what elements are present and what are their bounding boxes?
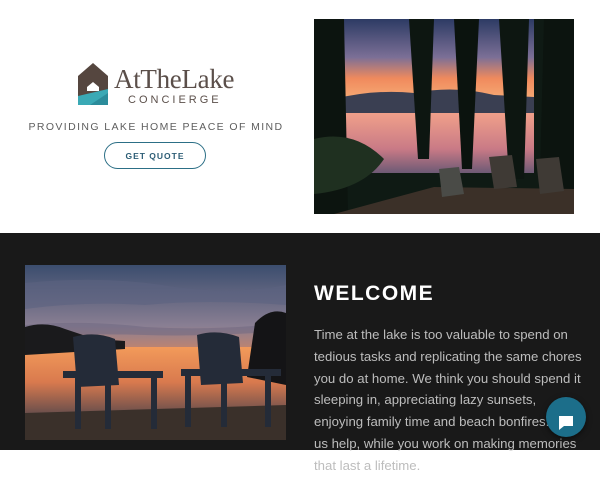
tagline: PROVIDING LAKE HOME PEACE OF MIND	[28, 121, 284, 133]
chat-button[interactable]	[546, 397, 586, 437]
welcome-heading: WELCOME	[314, 282, 435, 305]
hero-section: AtTheLake CONCIERGE PROVIDING LAKE HOME …	[0, 0, 600, 233]
adirondack-chairs-sunset-photo	[25, 265, 286, 440]
lake-sunset-deck-photo	[314, 19, 574, 214]
brand-name: AtTheLake	[114, 64, 235, 94]
brand-logo[interactable]: AtTheLake CONCIERGE	[76, 62, 246, 110]
brand-subtitle: CONCIERGE	[128, 94, 222, 106]
house-logo-icon	[78, 63, 108, 105]
welcome-paragraph: Time at the lake is too valuable to spen…	[314, 327, 582, 473]
get-quote-button[interactable]: GET QUOTE	[104, 142, 206, 169]
chat-bubble-icon	[559, 415, 573, 430]
